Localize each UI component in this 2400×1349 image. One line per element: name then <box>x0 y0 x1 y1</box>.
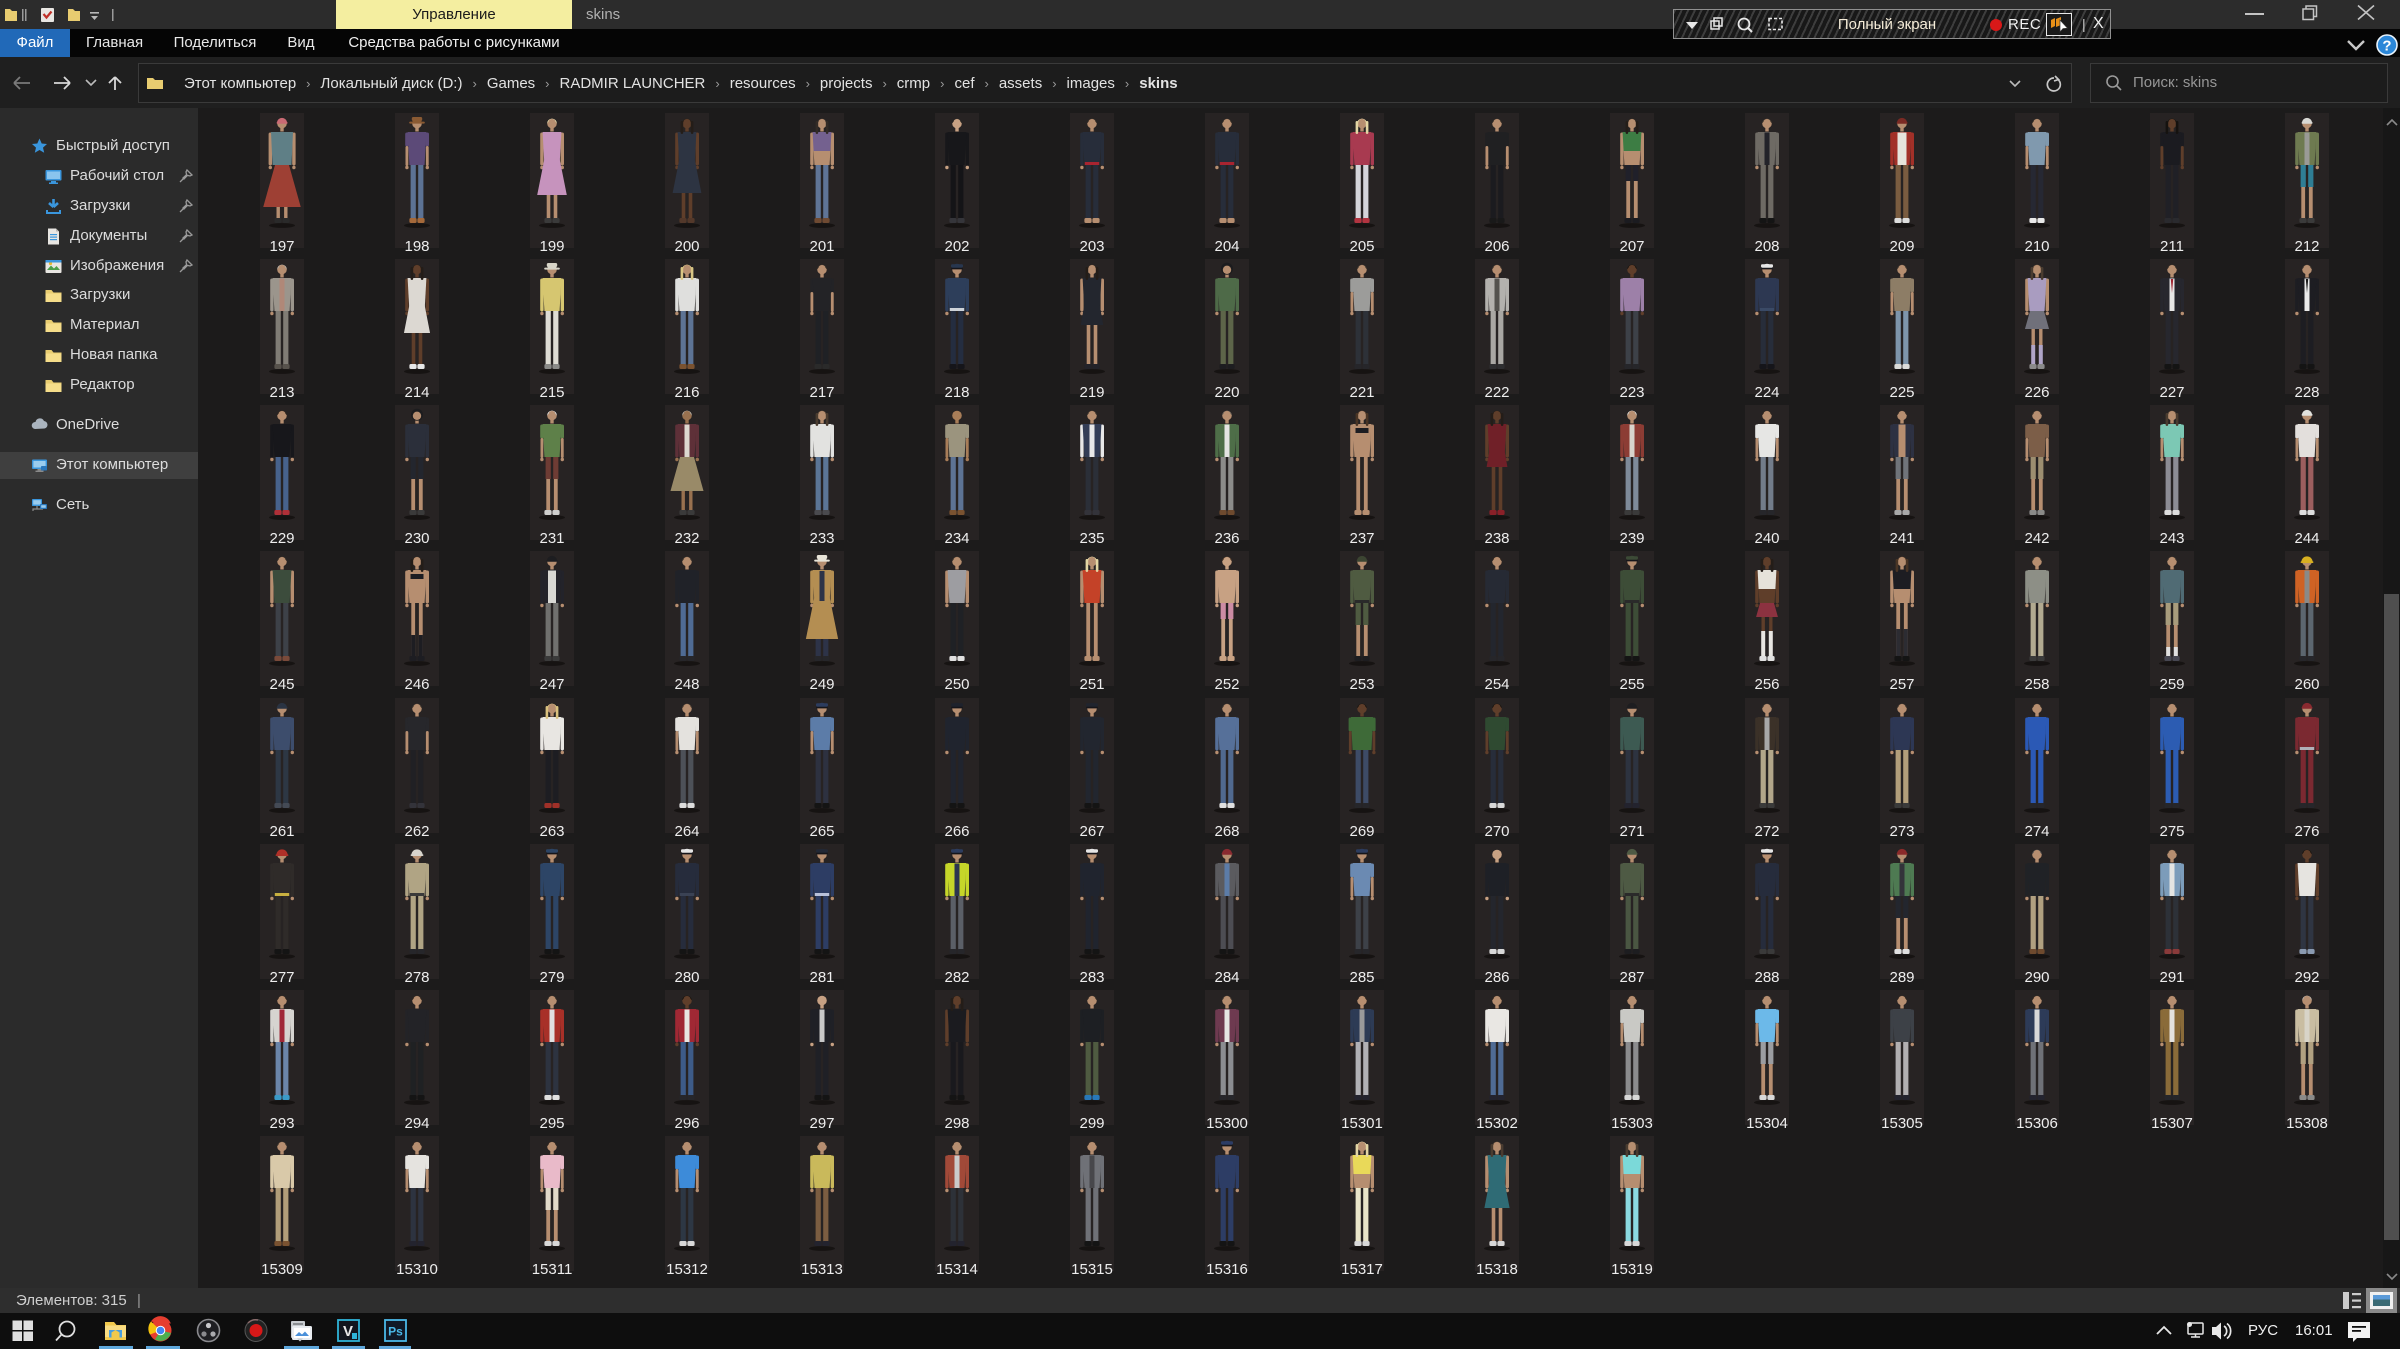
svg-text:V: V <box>343 1323 353 1340</box>
svg-text:?: ? <box>2382 38 2391 55</box>
svg-text:Ps: Ps <box>388 1325 403 1339</box>
